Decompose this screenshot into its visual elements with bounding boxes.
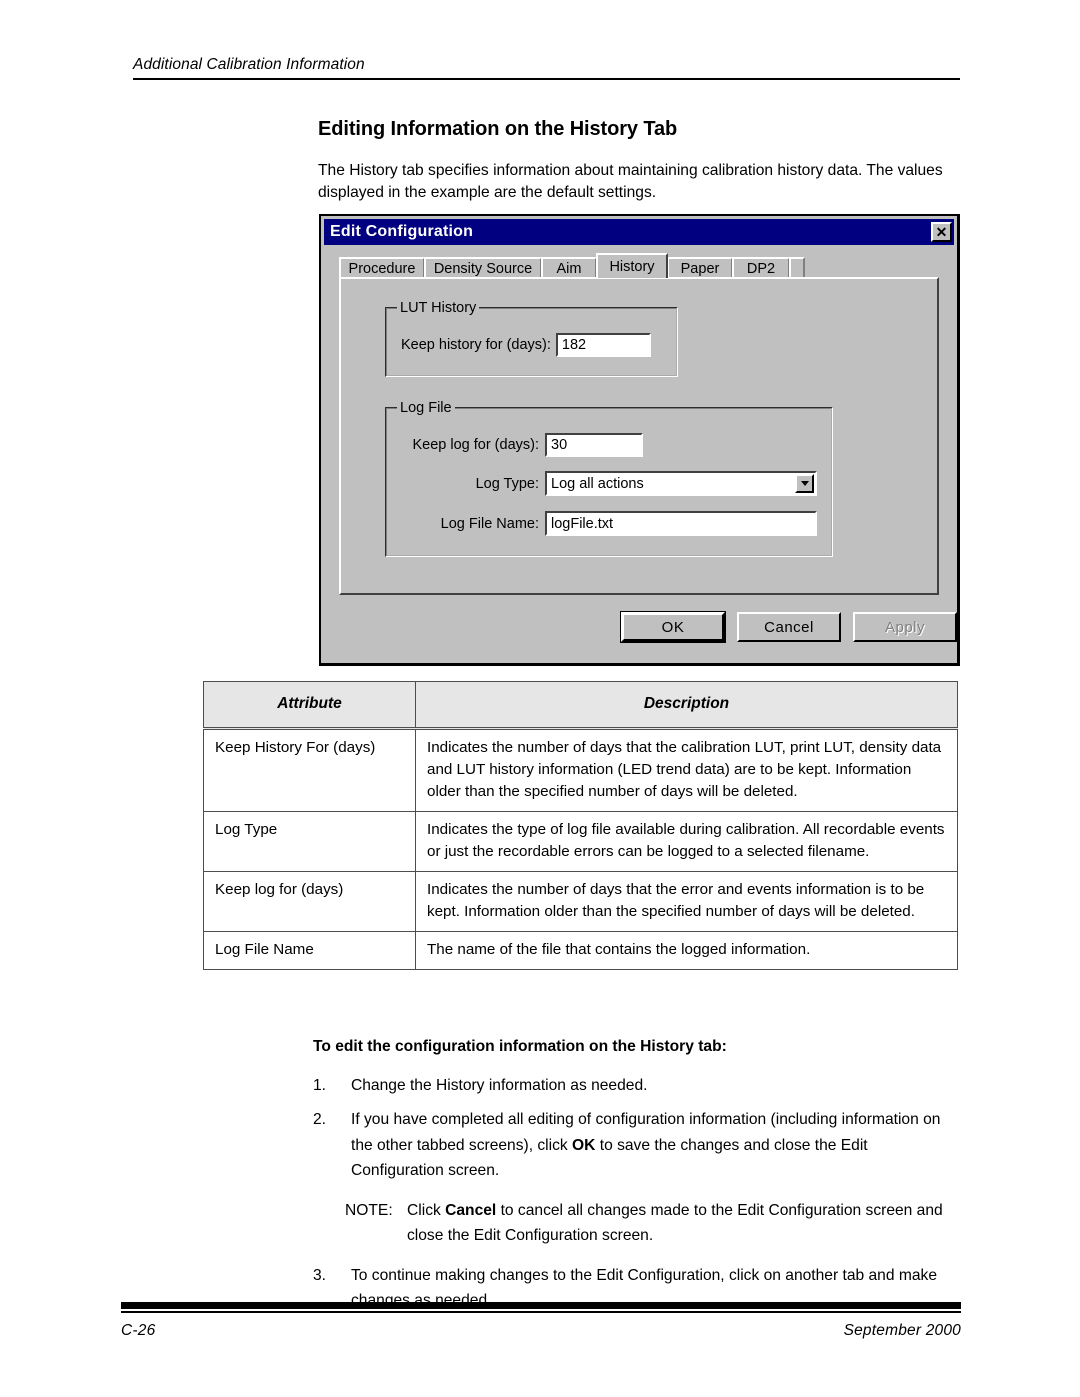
tab-label: History	[609, 258, 655, 275]
keep-log-row: Keep log for (days): 30	[411, 433, 643, 457]
tab-density-source[interactable]: Density Source	[424, 257, 542, 278]
footer-row: C-26 September 2000	[121, 1313, 961, 1340]
tab-label: Density Source	[433, 260, 533, 277]
page-title: Editing Information on the History Tab	[318, 118, 678, 140]
table-row: Log File Name The name of the file that …	[203, 931, 958, 970]
history-tab-panel: LUT History Keep history for (days): 182…	[339, 277, 939, 595]
footer-rule-thick	[121, 1302, 961, 1309]
note-label: NOTE:	[345, 1201, 393, 1219]
table-header-row: Attribute Description	[203, 681, 958, 730]
running-header: Additional Calibration Information	[133, 56, 960, 80]
chevron-down-icon[interactable]	[795, 474, 814, 493]
footer-date: September 2000	[843, 1322, 961, 1339]
ok-button[interactable]: OK	[621, 612, 725, 642]
tab-procedure[interactable]: Procedure	[339, 257, 425, 278]
header-rule	[133, 78, 960, 80]
running-header-text: Additional Calibration Information	[133, 56, 365, 73]
tab-filler	[789, 257, 805, 278]
procedure-step-2: 2. If you have completed all editing of …	[313, 1107, 963, 1184]
page-footer: C-26 September 2000	[121, 1302, 961, 1340]
procedure-step-1: 1. Change the History information as nee…	[313, 1073, 963, 1099]
log-file-group-title: Log File	[397, 400, 455, 416]
procedure-section: To edit the configuration information on…	[313, 1034, 963, 1323]
log-type-value: Log all actions	[551, 475, 644, 492]
step-number: 1.	[313, 1076, 327, 1094]
step-text: Change the History information as needed…	[351, 1076, 648, 1094]
table-row: Log Type Indicates the type of log file …	[203, 811, 958, 872]
tab-paper[interactable]: Paper	[667, 257, 733, 278]
cell-attribute: Keep log for (days)	[203, 871, 416, 932]
log-file-name-label: Log File Name:	[440, 515, 539, 532]
intro-paragraph: The History tab specifies information ab…	[318, 162, 943, 201]
tab-aim[interactable]: Aim	[541, 257, 597, 278]
keep-history-row: Keep history for (days): 182	[401, 333, 651, 357]
cell-description: Indicates the number of days that the er…	[415, 871, 958, 932]
apply-button: Apply	[853, 612, 957, 642]
keep-history-label: Keep history for (days):	[401, 337, 551, 353]
note-text: Click Cancel to cancel all changes made …	[407, 1198, 963, 1249]
keep-log-input[interactable]: 30	[545, 433, 643, 457]
step-emphasis-ok: OK	[572, 1136, 596, 1154]
tab-history[interactable]: History	[596, 253, 668, 278]
procedure-title: To edit the configuration information on…	[313, 1038, 727, 1055]
attribute-description-table: Attribute Description Keep History For (…	[203, 681, 958, 970]
cell-attribute: Keep History For (days)	[203, 728, 416, 812]
tab-label: Paper	[680, 260, 720, 277]
log-type-row: Log Type: Log all actions	[411, 471, 817, 496]
column-header-attribute: Attribute	[203, 681, 416, 730]
procedure-note: NOTE: Click Cancel to cancel all changes…	[345, 1198, 963, 1249]
keep-history-input[interactable]: 182	[555, 333, 651, 357]
cell-attribute: Log File Name	[203, 931, 416, 970]
edit-configuration-dialog: Edit Configuration ✕ Procedure Density S…	[319, 214, 960, 666]
cell-description: Indicates the type of log file available…	[415, 811, 958, 872]
note-emphasis-cancel: Cancel	[445, 1201, 497, 1219]
log-file-name-input[interactable]: logFile.txt	[545, 511, 817, 536]
tab-label: Procedure	[348, 260, 416, 277]
dialog-titlebar: Edit Configuration ✕	[324, 219, 954, 245]
table-row: Keep History For (days) Indicates the nu…	[203, 728, 958, 812]
note-text-part-a: Click	[407, 1201, 446, 1219]
step-text: If you have completed all editing of con…	[351, 1107, 963, 1184]
tab-label: Aim	[556, 260, 582, 277]
table-row: Keep log for (days) Indicates the number…	[203, 871, 958, 932]
close-icon[interactable]: ✕	[931, 222, 952, 242]
cancel-button[interactable]: Cancel	[737, 612, 841, 642]
tab-dp2[interactable]: DP2	[732, 257, 790, 278]
tab-strip: Procedure Density Source Aim History Pap…	[339, 253, 939, 278]
step-number: 2.	[313, 1111, 327, 1128]
log-file-group: Log File Keep log for (days): 30 Log Typ…	[385, 400, 833, 557]
keep-log-label: Keep log for (days):	[412, 437, 539, 453]
lut-history-group-title: LUT History	[397, 300, 480, 316]
cell-description: Indicates the number of days that the ca…	[415, 728, 958, 812]
cell-description: The name of the file that contains the l…	[415, 931, 958, 970]
lut-history-group: LUT History Keep history for (days): 182	[385, 300, 678, 377]
tab-label: DP2	[746, 260, 776, 277]
log-type-label: Log Type:	[475, 475, 539, 492]
log-file-name-row: Log File Name: logFile.txt	[411, 511, 817, 536]
column-header-description: Description	[415, 681, 958, 730]
cell-attribute: Log Type	[203, 811, 416, 872]
log-type-select[interactable]: Log all actions	[545, 471, 817, 496]
dialog-title: Edit Configuration	[330, 223, 474, 240]
page-number: C-26	[121, 1322, 156, 1339]
